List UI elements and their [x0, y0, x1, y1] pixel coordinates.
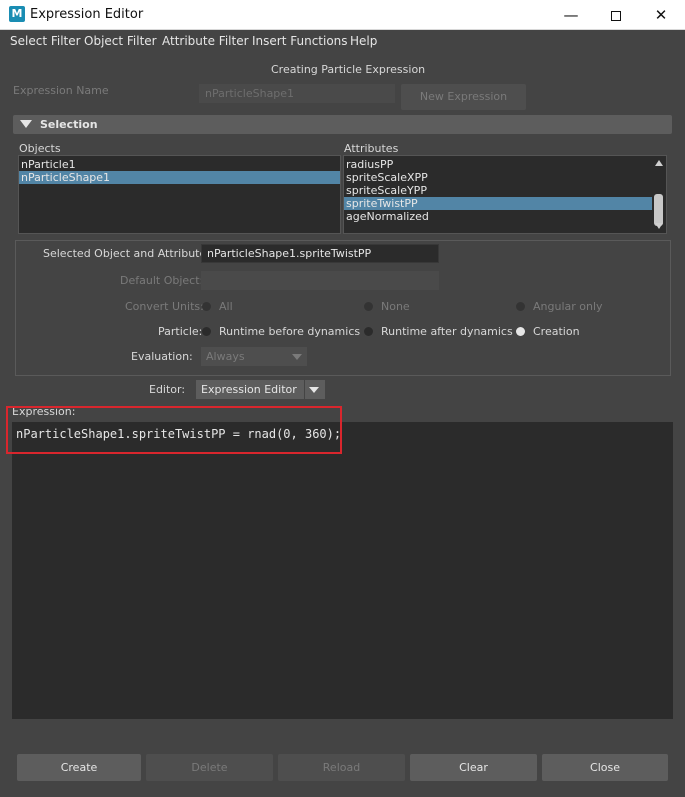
close-button[interactable]: Close	[542, 754, 668, 781]
list-item[interactable]: ageNormalized	[344, 210, 652, 223]
maximize-button[interactable]	[593, 0, 639, 30]
runtime-before-radio[interactable]	[202, 327, 211, 336]
clear-button[interactable]: Clear	[410, 754, 537, 781]
editor-label: Editor:	[149, 383, 186, 396]
combo-separator	[304, 380, 305, 399]
minimize-button[interactable]: —	[548, 0, 594, 30]
list-item[interactable]: nParticle1	[19, 158, 340, 171]
maya-app-icon: M	[9, 6, 25, 22]
list-item[interactable]: spriteScaleXPP	[344, 171, 652, 184]
editor-value: Expression Editor	[201, 383, 297, 396]
creation-label: Creation	[533, 325, 580, 338]
attributes-scrollbar[interactable]	[652, 156, 666, 233]
maximize-icon	[611, 10, 621, 21]
runtime-after-label: Runtime after dynamics	[381, 325, 513, 338]
default-object-label: Default Object:	[120, 274, 204, 287]
creation-radio[interactable]	[516, 327, 525, 336]
title-bar: M Expression Editor — ✕	[0, 0, 685, 30]
objects-label: Objects	[19, 142, 61, 155]
particle-label: Particle:	[158, 325, 203, 338]
scroll-thumb[interactable]	[654, 194, 663, 226]
new-expression-button[interactable]: New Expression	[401, 84, 526, 110]
runtime-before-label: Runtime before dynamics	[219, 325, 361, 338]
menu-insert-functions[interactable]: Insert Functions	[252, 34, 348, 48]
evaluation-dropdown[interactable]: Always	[201, 347, 307, 366]
evaluation-label: Evaluation:	[131, 350, 193, 363]
convert-angular-label: Angular only	[533, 300, 603, 313]
menu-select-filter[interactable]: Select Filter	[10, 34, 81, 48]
attributes-list[interactable]: radiusPP spriteScaleXPP spriteScaleYPP s…	[343, 155, 667, 234]
expression-name-field: nParticleShape1	[199, 84, 395, 103]
attributes-label: Attributes	[344, 142, 399, 155]
menu-help[interactable]: Help	[350, 34, 377, 48]
evaluation-value: Always	[206, 350, 245, 363]
convert-units-label: Convert Units:	[125, 300, 204, 313]
selection-section-header[interactable]: Selection	[13, 115, 672, 134]
reload-button[interactable]: Reload	[278, 754, 405, 781]
delete-button[interactable]: Delete	[146, 754, 273, 781]
collapse-triangle-icon	[20, 120, 32, 128]
list-item[interactable]: spriteTwistPP	[344, 197, 652, 210]
selected-attribute-field[interactable]: nParticleShape1.spriteTwistPP	[201, 244, 439, 263]
menu-bar: Select Filter Object Filter Attribute Fi…	[0, 30, 685, 52]
scroll-down-icon[interactable]	[655, 223, 663, 229]
list-item[interactable]: nParticleShape1	[19, 171, 340, 184]
convert-all-label: All	[219, 300, 233, 313]
convert-angular-radio[interactable]	[516, 302, 525, 311]
runtime-after-radio[interactable]	[364, 327, 373, 336]
convert-none-radio[interactable]	[364, 302, 373, 311]
default-object-field	[201, 271, 439, 290]
window-title: Expression Editor	[30, 7, 144, 22]
expression-text-area[interactable]	[12, 422, 673, 719]
mode-title: Creating Particle Expression	[271, 63, 426, 76]
chevron-down-icon	[309, 387, 319, 393]
selected-attribute-label: Selected Object and Attribute:	[43, 247, 210, 260]
selection-title: Selection	[40, 118, 98, 131]
scroll-up-icon[interactable]	[655, 160, 663, 166]
create-button[interactable]: Create	[17, 754, 141, 781]
chevron-down-icon	[292, 354, 302, 360]
annotation-highlight-box	[6, 406, 342, 454]
list-item[interactable]: radiusPP	[344, 158, 652, 171]
convert-all-radio[interactable]	[202, 302, 211, 311]
close-window-button[interactable]: ✕	[638, 0, 684, 30]
objects-list[interactable]: nParticle1 nParticleShape1	[18, 155, 341, 234]
list-item[interactable]: spriteScaleYPP	[344, 184, 652, 197]
menu-attribute-filter[interactable]: Attribute Filter	[162, 34, 249, 48]
convert-none-label: None	[381, 300, 410, 313]
menu-object-filter[interactable]: Object Filter	[84, 34, 157, 48]
editor-dropdown[interactable]: Expression Editor	[196, 380, 325, 399]
expression-name-label: Expression Name	[13, 84, 109, 97]
